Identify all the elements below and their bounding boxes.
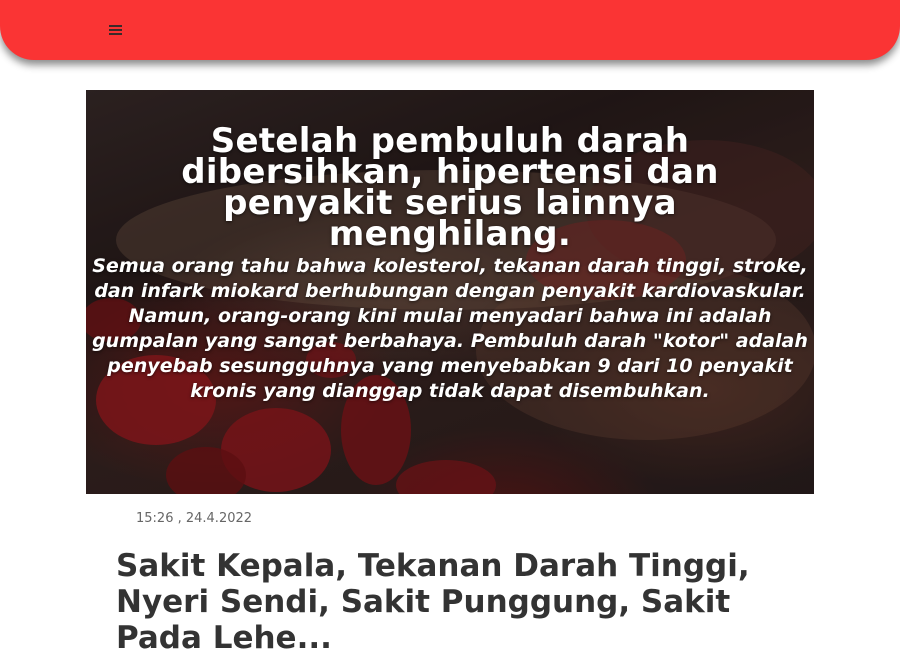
hero-banner: Setelah pembuluh darah dibersihkan, hipe… — [86, 90, 814, 494]
article-timestamp: 15:26 , 24.4.2022 — [136, 511, 253, 526]
menu-button[interactable] — [106, 20, 128, 40]
menu-icon — [109, 25, 122, 35]
hero-title: Setelah pembuluh darah dibersihkan, hipe… — [181, 121, 719, 254]
hero-description: Semua orang tahu bahwa kolesterol, tekan… — [92, 255, 808, 402]
article-title: Sakit Kepala, Tekanan Darah Tinggi, Nyer… — [116, 548, 750, 656]
top-navigation-bar — [0, 0, 900, 60]
